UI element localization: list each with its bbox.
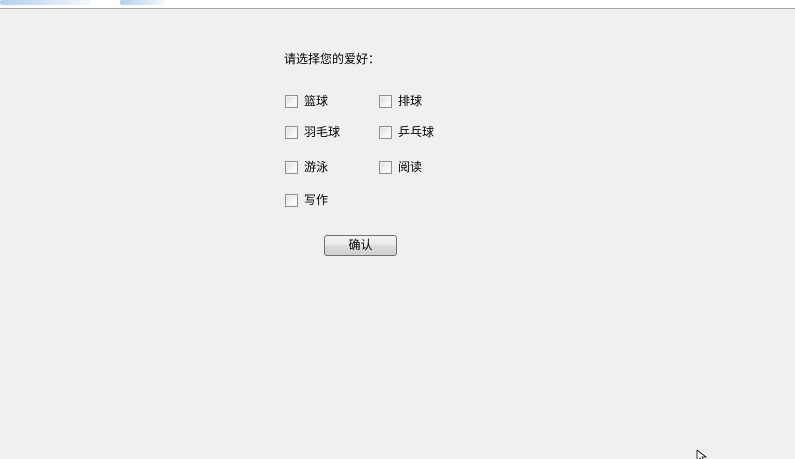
checkbox-label[interactable]: 乒乓球 xyxy=(398,124,434,140)
checkbox-label[interactable]: 游泳 xyxy=(304,159,328,175)
checkbox-swimming[interactable]: 游泳 xyxy=(285,159,328,175)
mouse-pointer-icon xyxy=(696,450,708,459)
checkbox-label[interactable]: 阅读 xyxy=(398,159,422,175)
checkbox-badminton[interactable]: 羽毛球 xyxy=(285,124,340,140)
checkbox-unchecked-icon[interactable] xyxy=(285,193,298,207)
checkbox-label[interactable]: 羽毛球 xyxy=(304,124,340,140)
hobby-prompt: 请选择您的爱好： xyxy=(284,52,381,66)
checkbox-label[interactable]: 排球 xyxy=(398,93,422,109)
checkbox-volleyball[interactable]: 排球 xyxy=(379,93,422,109)
checkbox-basketball[interactable]: 篮球 xyxy=(285,93,328,109)
title-bar-blur xyxy=(0,0,90,5)
checkbox-table-tennis[interactable]: 乒乓球 xyxy=(379,124,434,140)
checkbox-unchecked-icon[interactable] xyxy=(379,160,392,174)
confirm-button[interactable]: 确认 xyxy=(324,235,397,256)
checkbox-unchecked-icon[interactable] xyxy=(285,94,298,108)
checkbox-unchecked-icon[interactable] xyxy=(285,160,298,174)
checkbox-writing[interactable]: 写作 xyxy=(285,192,328,208)
checkbox-unchecked-icon[interactable] xyxy=(379,94,392,108)
checkbox-reading[interactable]: 阅读 xyxy=(379,159,422,175)
title-bar-remnant xyxy=(0,0,795,9)
title-bar-blur xyxy=(120,0,165,5)
checkbox-label[interactable]: 篮球 xyxy=(304,93,328,109)
checkbox-unchecked-icon[interactable] xyxy=(379,125,392,139)
app-window: 请选择您的爱好： 篮球 排球 羽毛球 乒乓球 游泳 阅读 写作 确认 xyxy=(0,0,795,459)
checkbox-unchecked-icon[interactable] xyxy=(285,125,298,139)
checkbox-label[interactable]: 写作 xyxy=(304,192,328,208)
